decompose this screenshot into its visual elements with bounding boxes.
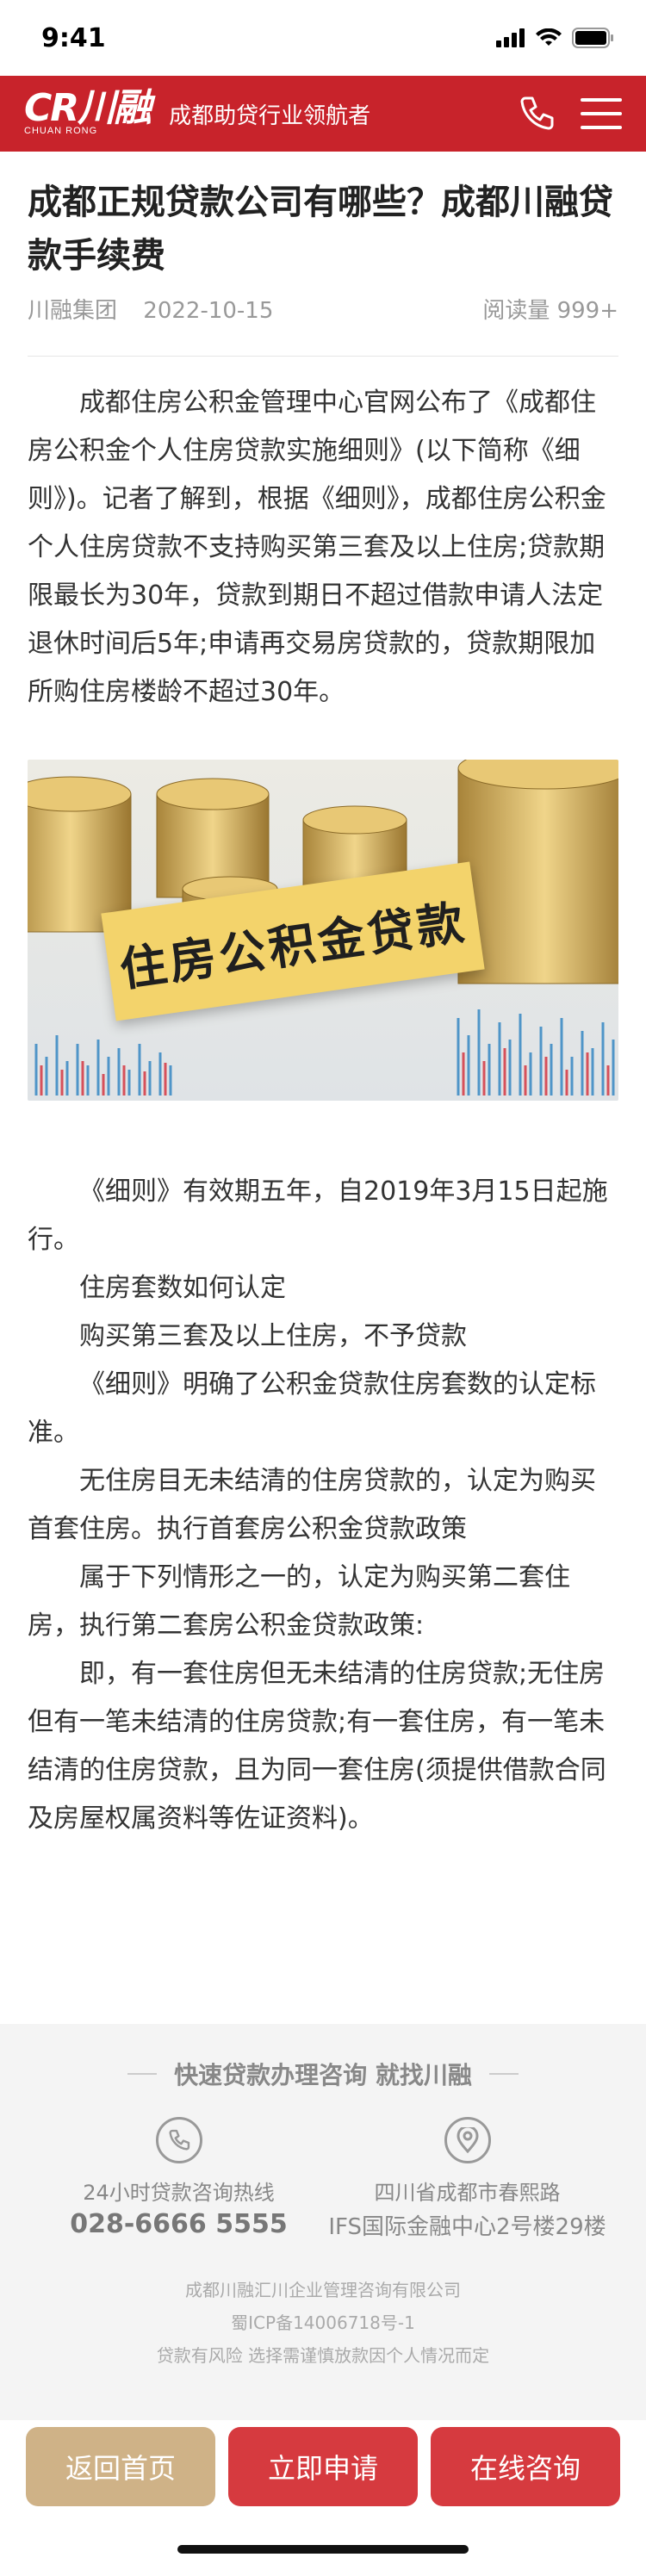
hotline-number[interactable]: 028-6666 5555: [70, 2209, 288, 2239]
phone-icon[interactable]: [517, 94, 556, 133]
status-bar: 9:41: [0, 0, 646, 76]
article-intro: 成都住房公积金管理中心官网公布了《成都住房公积金个人住房贷款实施细则》(以下简称…: [28, 388, 606, 707]
address-line2: IFS国际金融中心2号楼29楼: [328, 2214, 606, 2240]
article-date: 2022-10-15: [143, 298, 274, 324]
location-pin-icon: [444, 2117, 491, 2163]
battery-icon: [572, 28, 613, 48]
article-body: 《细则》有效期五年，自2019年3月15日起施行。 住房套数如何认定 购买第三套…: [0, 1168, 646, 1843]
footer-title-line: [488, 2073, 519, 2075]
footer-title-line: [127, 2073, 158, 2075]
icp-number[interactable]: 蜀ICP备14006718号-1: [0, 2306, 646, 2339]
online-consult-button[interactable]: 在线咨询: [431, 2427, 620, 2506]
apply-button[interactable]: 立即申请: [228, 2427, 418, 2506]
signal-icon: [496, 28, 525, 47]
status-time: 9:41: [41, 22, 106, 53]
article-paragraph: 属于下列情形之一的，认定为购买第二套住房，执行第二套房公积金贷款政策:: [28, 1562, 570, 1641]
header-tagline: 成都助贷行业领航者: [169, 102, 371, 129]
footer-title: 快速贷款办理咨询 就找川融: [0, 2057, 646, 2091]
article-meta: 川融集团 2022-10-15 阅读量 999+: [28, 293, 618, 325]
article-paragraph: 无住房目无未结清的住房贷款的，认定为购买首套住房。执行首套房公积金贷款政策: [28, 1466, 596, 1544]
logo-mark: CR川融: [24, 86, 152, 130]
brand-logo[interactable]: CR川融 CHUAN RONG: [24, 86, 152, 137]
article-paragraph: 购买第三套及以上住房，不予贷款: [79, 1321, 467, 1351]
menu-icon[interactable]: [581, 96, 622, 131]
home-indicator: [177, 2545, 469, 2554]
risk-notice: 贷款有风险 选择需谨慎放款因个人情况而定: [156, 2345, 490, 2366]
phone-circle-icon: [155, 2117, 202, 2163]
footer-copyright: 成都川融汇川企业管理咨询有限公司 蜀ICP备14006718号-1 贷款有风险 …: [0, 2274, 646, 2372]
address-line1: 四川省成都市春熙路: [374, 2181, 561, 2205]
article-paragraph: 《细则》明确了公积金贷款住房套数的认定标准。: [28, 1369, 596, 1448]
article-paragraph: 住房套数如何认定: [79, 1273, 286, 1303]
footer-address: 四川省成都市春熙路 IFS国际金融中心2号楼29楼: [326, 2117, 610, 2241]
article-image: 住房公积金贷款: [28, 760, 618, 1101]
site-footer: 快速贷款办理咨询 就找川融 24小时贷款咨询热线 028-6666 5555 四…: [0, 2024, 646, 2420]
wifi-icon: [536, 28, 562, 46]
article-author: 川融集团: [28, 298, 118, 324]
footer-title-text: 快速贷款办理咨询 就找川融: [174, 2061, 472, 2089]
divider: [28, 356, 618, 357]
article-paragraph: 《细则》有效期五年，自2019年3月15日起施行。: [28, 1176, 608, 1255]
logo-subtext: CHUAN RONG: [24, 126, 98, 136]
home-button[interactable]: 返回首页: [26, 2427, 215, 2506]
company-name: 成都川融汇川企业管理咨询有限公司: [185, 2280, 461, 2300]
status-icons: [496, 28, 615, 48]
article-paragraph: 即，有一套住房但无未结清的住房贷款;无住房但有一笔未结清的住房贷款;有一套住房，…: [28, 1659, 606, 1834]
bottom-action-bar: 返回首页 立即申请 在线咨询: [0, 2420, 646, 2576]
footer-hotline[interactable]: 24小时贷款咨询热线 028-6666 5555: [37, 2117, 321, 2241]
article-reads: 阅读量 999+: [482, 298, 618, 324]
site-header: CR川融 CHUAN RONG 成都助贷行业领航者: [0, 76, 646, 152]
hotline-label: 24小时贷款咨询热线: [83, 2181, 275, 2205]
article-title: 成都正规贷款公司有哪些？成都川融贷款手续费: [28, 183, 613, 276]
